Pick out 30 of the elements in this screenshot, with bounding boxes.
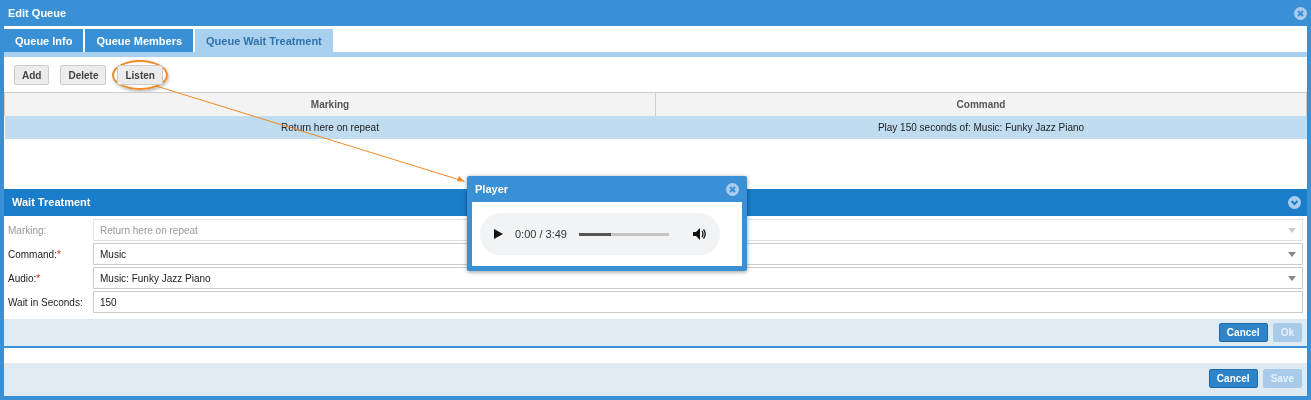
close-icon[interactable] [726,182,739,196]
toolbar-button[interactable]: Listen [117,65,163,86]
collapse-icon[interactable] [1288,195,1301,209]
tab[interactable]: Queue Info [4,29,84,53]
close-icon[interactable] [1294,6,1307,20]
toolbar-button[interactable]: Add [14,65,50,86]
panel-title: Wait Treatment [12,196,91,209]
field-label: Marking: [8,224,48,236]
dropdown-caret-icon[interactable] [1288,251,1296,257]
seek-slider[interactable] [579,232,669,236]
field-label: Audio:* [8,272,42,284]
window-title: Edit Queue [7,7,67,19]
field-label: Wait in Seconds: [8,296,84,308]
table-cell: Play 150 seconds of: Music: Funky Jazz Piano [877,122,1085,134]
play-icon[interactable] [494,229,503,239]
tab[interactable]: Queue Members [85,29,194,53]
time-display: 0:00 / 3:49 [515,228,567,240]
dialog-button[interactable]: Cancel [1218,322,1268,342]
tab[interactable]: Queue Wait Treatment [195,29,333,53]
audio-player[interactable]: 0:00 / 3:49 [480,213,720,255]
input-field[interactable]: 150 [93,291,1303,314]
dialog-title: Player [475,183,509,195]
dropdown-caret-icon[interactable] [1288,275,1296,281]
volume-icon[interactable] [693,228,706,240]
dropdown-field[interactable]: Music: Funky Jazz Piano [93,267,1303,290]
toolbar-button[interactable]: Delete [60,65,107,86]
column-header: Command [655,92,1307,117]
column-header: Marking [4,92,656,117]
field-label: Command:* [8,248,62,260]
dialog-button[interactable]: Cancel [1208,369,1258,388]
